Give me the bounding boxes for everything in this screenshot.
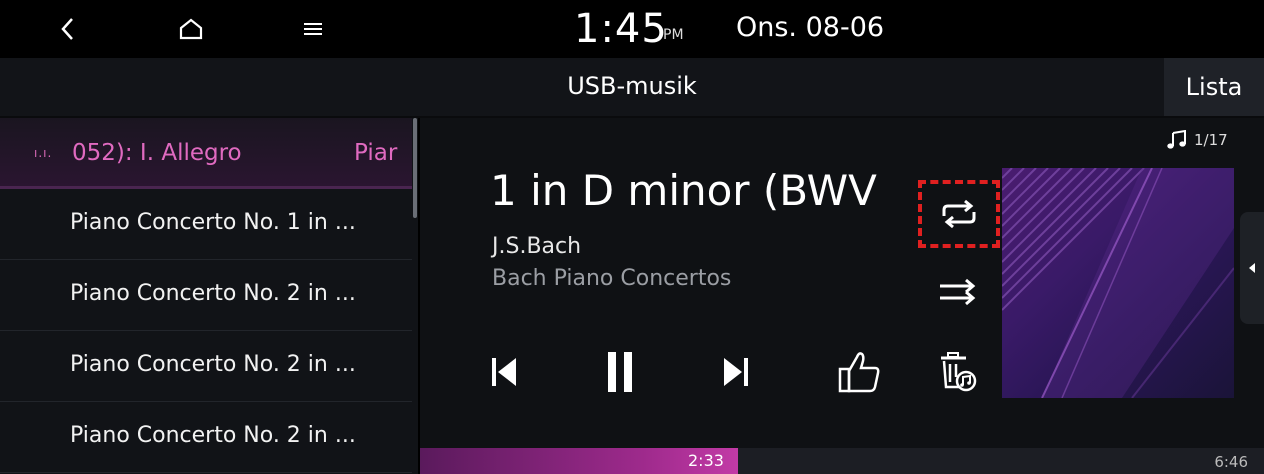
equalizer-icon: ı.ı.: [34, 146, 53, 160]
shuffle-button[interactable]: [936, 274, 980, 310]
date: Ons. 08-06: [736, 12, 885, 43]
album-art: [1002, 168, 1234, 398]
previous-icon: [492, 358, 516, 386]
total-time: 6:46: [1214, 453, 1248, 471]
thumbs-up-icon: [838, 352, 880, 393]
elapsed-time: 2:33: [688, 451, 724, 470]
list-item[interactable]: Piano Concerto No. 2 in ...: [0, 331, 412, 402]
music-note-icon: [1167, 130, 1186, 149]
list-item-label: Piano Concerto No. 2 in ...: [70, 281, 356, 306]
list-item-label: Piano Concerto No. 1 in ...: [70, 210, 356, 235]
clock-ampm: PM: [663, 27, 684, 43]
album-name: Bach Piano Concertos: [492, 266, 732, 291]
list-item[interactable]: Piano Concerto No. 2 in ...: [0, 402, 412, 473]
status-bar: 1:45 PM Ons. 08-06: [0, 0, 1264, 58]
next-button[interactable]: [706, 344, 766, 400]
shuffle-icon: [940, 278, 976, 306]
list-item-now-playing[interactable]: ı.ı. 052): I. Allegro Piar: [0, 118, 412, 189]
track-counter: 1/17: [1166, 130, 1228, 150]
playlist-scrollbar[interactable]: [413, 118, 417, 218]
artist-name: J.S.Bach: [492, 234, 582, 259]
title-bar: USB-musik Lista: [0, 58, 1264, 118]
like-button[interactable]: [830, 344, 890, 400]
home-icon[interactable]: [173, 12, 209, 46]
track-count: 1/17: [1194, 131, 1228, 149]
back-icon[interactable]: [50, 12, 86, 46]
repeat-button[interactable]: [918, 180, 1000, 248]
pause-icon: [608, 352, 632, 392]
list-button[interactable]: Lista: [1164, 58, 1264, 116]
now-playing-artist: Piar: [354, 140, 398, 166]
delete-button[interactable]: [928, 344, 988, 400]
repeat-icon: [942, 199, 976, 229]
album-art-pattern: [1002, 168, 1234, 398]
previous-button[interactable]: [474, 344, 534, 400]
song-title: 1 in D minor (BWV: [490, 166, 877, 215]
delete-icon: [941, 352, 977, 392]
progress-bar[interactable]: 2:33 6:46: [420, 448, 1264, 474]
list-item-label: Piano Concerto No. 2 in ...: [70, 352, 356, 377]
pause-button[interactable]: [590, 344, 650, 400]
next-icon: [724, 358, 748, 386]
page-title: USB-musik: [567, 72, 697, 100]
now-playing-title: 052): I. Allegro: [72, 140, 242, 166]
list-item-label: Piano Concerto No. 2 in ...: [70, 423, 356, 448]
side-panel-tab[interactable]: [1240, 212, 1264, 324]
clock-time: 1:45: [574, 6, 668, 52]
list-item[interactable]: Piano Concerto No. 1 in ...: [0, 189, 412, 260]
list-item[interactable]: Piano Concerto No. 2 in ...: [0, 260, 412, 331]
menu-icon[interactable]: [295, 12, 331, 46]
player-panel: 1/17 1 in D minor (BWV J.S.Bach Bach Pia…: [420, 118, 1264, 474]
chevron-left-icon: [1249, 263, 1255, 273]
playlist: ı.ı. 052): I. Allegro Piar Piano Concert…: [0, 118, 418, 474]
